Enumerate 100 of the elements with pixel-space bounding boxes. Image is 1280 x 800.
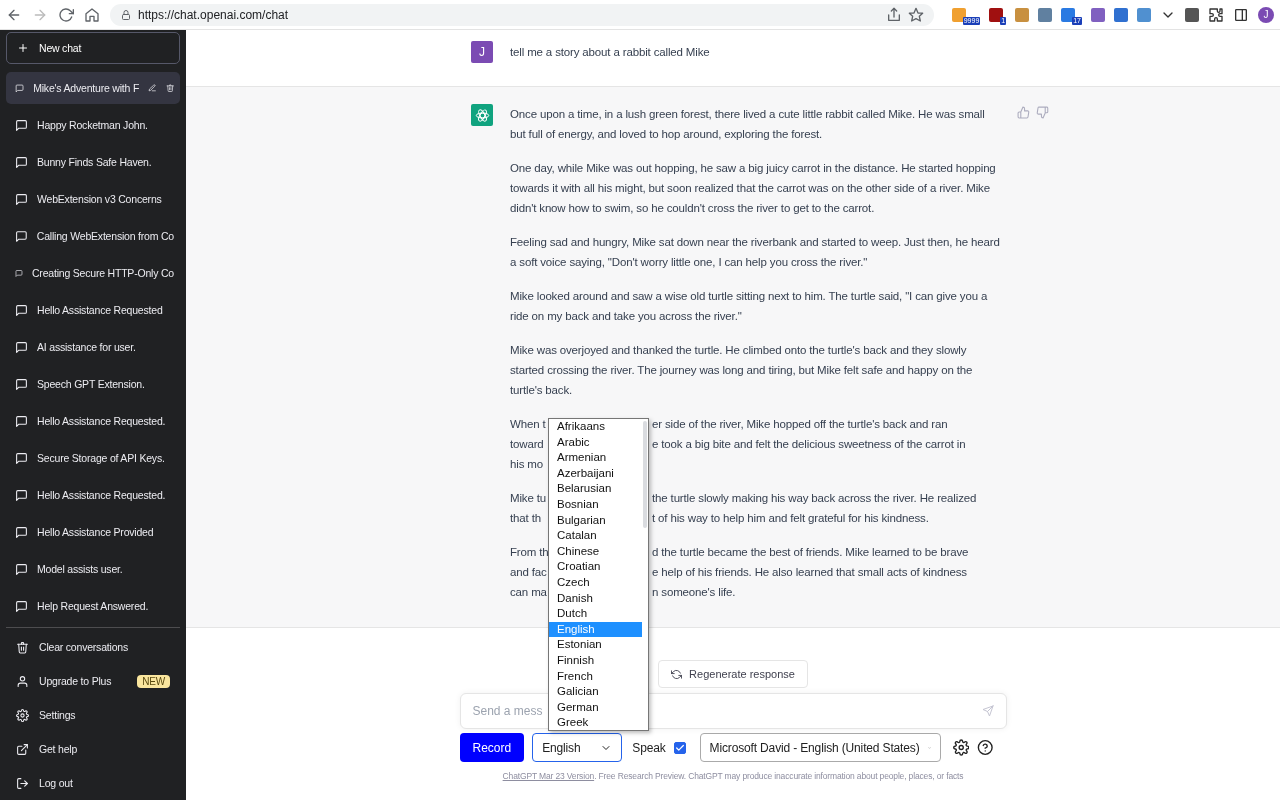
chat-bubble-icon <box>15 303 28 317</box>
language-option[interactable]: Arabic <box>549 434 642 451</box>
language-option[interactable]: Armenian <box>549 450 642 466</box>
chat-bubble-icon <box>15 562 28 576</box>
user-message: tell me a story about a rabbit called Mike <box>510 45 710 60</box>
chat-bubble-icon <box>15 340 28 354</box>
conversation-item[interactable]: Hello Assistance Requested. <box>6 405 180 437</box>
language-option[interactable]: Croatian <box>549 559 642 575</box>
response-paragraph: Mike looked around and saw a wise old turtle sitting next to him. The turtle said, "I can give you a ride on my back and take you across the river." <box>510 289 989 324</box>
conversation-item[interactable]: Creating Secure HTTP-Only Co <box>6 257 180 289</box>
language-option[interactable]: Dutch <box>549 606 642 622</box>
extension-icon[interactable] <box>951 7 966 22</box>
conversation-item[interactable]: Bunny Finds Safe Haven. <box>6 146 180 178</box>
disclaimer-text: ChatGPT Mar 23 Version. Free Research Preview. ChatGPT may produce inaccurate information about people, places, or facts <box>502 771 964 781</box>
extension-icon[interactable] <box>1185 7 1199 22</box>
response-paragraph: Feeling sad and hungry, Mike sat down near the riverbank and started to weep. Just then, he heard a soft voice saying, "Don't worry little one, I can help you cross the river." <box>510 235 1000 270</box>
scrollbar-thumb[interactable] <box>643 421 647 528</box>
conversation-item[interactable]: Help Request Answered. <box>6 590 180 622</box>
language-option[interactable]: French <box>549 668 642 685</box>
side-panel-icon[interactable] <box>1233 6 1249 23</box>
plus-icon <box>17 42 29 54</box>
extension-icon[interactable] <box>1061 7 1076 22</box>
response-text: that th <box>510 512 541 524</box>
language-option[interactable]: Danish <box>549 590 642 607</box>
chat-bubble-icon <box>15 377 28 391</box>
chat-bubble-icon <box>15 229 28 243</box>
response-text: and fac <box>510 566 547 578</box>
record-button[interactable]: Record <box>459 733 525 762</box>
chat-bubble-icon <box>15 155 28 169</box>
home-icon[interactable] <box>84 6 100 23</box>
response-text: e help of his friends. He also learned that small acts of kindness <box>652 565 967 580</box>
settings-icon[interactable] <box>952 738 970 757</box>
conversation-item[interactable]: WebExtension v3 Concerns <box>6 183 180 215</box>
conversation-item[interactable]: Hello Assistance Provided <box>6 516 180 548</box>
voice-select[interactable]: Microsoft David - English (United States) <box>699 733 941 762</box>
language-option[interactable]: Belarusian <box>549 481 642 497</box>
assistant-logo-icon <box>471 104 493 126</box>
extension-icon[interactable] <box>1038 7 1053 22</box>
speak-checkbox[interactable] <box>673 741 686 754</box>
logout-item[interactable]: Log out <box>6 766 180 800</box>
conversation-item[interactable]: Model assists user. <box>6 553 180 585</box>
language-select[interactable]: English <box>532 733 623 762</box>
conversation-item[interactable]: Speech GPT Extension. <box>6 368 180 400</box>
response-text: e took a big bite and felt the delicious sweetness of the carrot in <box>652 437 966 452</box>
extension-icon[interactable] <box>1091 7 1105 22</box>
response-text: er side of the river, Mike hopped off the turtle's back and ran <box>652 417 948 432</box>
language-option[interactable]: Chinese <box>549 543 642 560</box>
thumbs-up-icon[interactable] <box>1017 106 1030 119</box>
settings-item[interactable]: Settings <box>6 698 180 732</box>
speak-label: Speak <box>632 740 666 755</box>
language-option[interactable]: Czech <box>549 574 642 591</box>
new-chat-button[interactable]: New chat <box>6 32 180 64</box>
response-paragraph: Once upon a time, in a lush green forest, there lived a cute little rabbit called Mike. He was small but full of energy, and loved to hop around, exploring the forest. <box>510 107 986 142</box>
language-option[interactable]: Azerbaijani <box>549 465 642 482</box>
extension-icon[interactable] <box>1114 7 1128 22</box>
language-option[interactable]: Afrikaans <box>549 419 642 435</box>
reload-icon[interactable] <box>58 6 74 23</box>
conversation-item[interactable]: Mike's Adventure with F <box>6 72 180 104</box>
conversation-item[interactable]: Hello Assistance Requested. <box>6 479 180 511</box>
extension-icon[interactable] <box>989 7 1004 22</box>
language-option[interactable]: Finnish <box>549 652 642 669</box>
language-option[interactable]: Estonian <box>549 637 642 653</box>
response-text: toward <box>510 438 544 450</box>
chat-bubble-icon <box>15 192 28 206</box>
puzzle-icon[interactable] <box>1208 6 1224 23</box>
language-option[interactable]: Bulgarian <box>549 512 642 529</box>
language-option[interactable]: Greek <box>549 715 642 730</box>
conversation-item[interactable]: AI assistance for user. <box>6 331 180 363</box>
user-icon <box>16 674 29 688</box>
conversation-item[interactable]: Calling WebExtension from Co <box>6 220 180 252</box>
profile-avatar[interactable]: J <box>1258 6 1274 23</box>
conversation-item[interactable]: Happy Rocketman John. <box>6 109 180 141</box>
bookmark-star-icon[interactable] <box>907 6 924 23</box>
clear-conversations-item[interactable]: Clear conversations <box>6 630 180 664</box>
response-text: From th <box>510 546 549 558</box>
share-icon[interactable] <box>885 6 902 23</box>
settings-icon <box>16 708 29 722</box>
response-text: When t <box>510 418 546 430</box>
upgrade-item[interactable]: Upgrade to Plus NEW <box>6 664 180 698</box>
language-option[interactable]: German <box>549 699 642 716</box>
response-text: n someone's life. <box>652 585 736 600</box>
help-icon[interactable] <box>977 738 994 757</box>
thumbs-down-icon[interactable] <box>1036 106 1049 119</box>
help-item[interactable]: Get help <box>6 732 180 766</box>
trash-icon[interactable] <box>165 82 174 94</box>
response-text: the turtle slowly making his way back across the river. He realized <box>652 491 977 506</box>
response-paragraph: One day, while Mike was out hopping, he saw a big juicy carrot in the distance. He started hopping towards it with all his might, but soon realized that the carrot was on the other side of a river. Mike didn't know how to swim, so he couldn't cross the river to get to the carrot. <box>510 161 997 216</box>
chat-bubble-icon <box>15 414 28 428</box>
address-bar[interactable]: https://chat.openai.com/chat <box>110 3 934 26</box>
new-badge: NEW <box>137 674 170 688</box>
external-link-icon <box>16 742 29 756</box>
regenerate-button[interactable]: Regenerate response <box>658 660 808 688</box>
language-option[interactable]: Catalan <box>549 528 642 544</box>
response-text: can ma <box>510 586 547 598</box>
conversation-item[interactable]: Secure Storage of API Keys. <box>6 442 180 474</box>
lock-icon <box>120 8 132 21</box>
language-option[interactable]: Bosnian <box>549 496 642 513</box>
chat-bubble-icon <box>15 118 28 132</box>
conversation-item[interactable]: Hello Assistance Requested <box>6 294 180 326</box>
pencil-icon[interactable] <box>148 82 157 94</box>
